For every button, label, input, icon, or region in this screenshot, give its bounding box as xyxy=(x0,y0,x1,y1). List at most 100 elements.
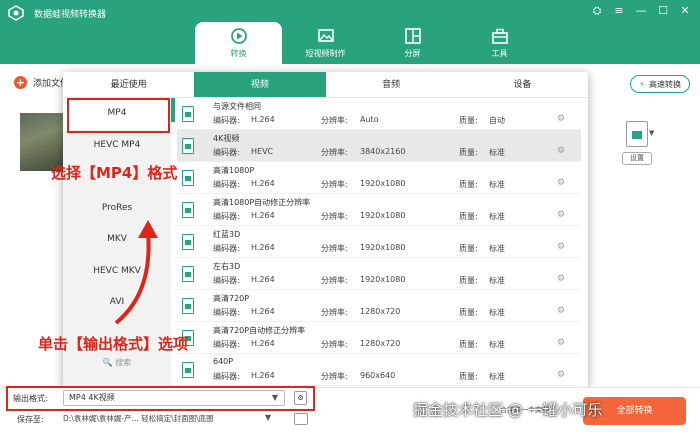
chevron-down-icon[interactable]: ▼ xyxy=(265,413,271,422)
tab-split-screen-label: 分屏 xyxy=(404,49,421,58)
close-icon[interactable]: ✕ xyxy=(678,4,692,18)
quality-value: 标准 xyxy=(489,148,505,157)
lightning-icon: ⚡ xyxy=(639,79,645,89)
preset-row[interactable]: 高清1080P自动修正分辨率 编码器: H.264 分辨率: 1920x1080 质量: 标… xyxy=(177,194,581,226)
resolution-value: 1280x720 xyxy=(360,339,401,348)
quality-value: 标准 xyxy=(489,244,505,253)
quality-label: 质量: xyxy=(459,116,478,125)
resolution-label: 分辨率: xyxy=(321,116,348,125)
preset-name: 4K视频 xyxy=(213,134,240,143)
title-bar: 数据蛙视频转换器 ⛭ ≡ — ☐ ✕ 转换 短视频制作 分屏 工具 xyxy=(0,0,700,64)
highlight-mp4-box xyxy=(67,98,170,133)
quality-value: 标准 xyxy=(489,308,505,317)
encoder-label: 编码器: xyxy=(213,116,240,125)
high-speed-button[interactable]: ⚡ 高速转换 xyxy=(630,75,690,93)
resolution-value: 1920x1080 xyxy=(360,275,406,284)
quality-label: 质量: xyxy=(459,340,478,349)
folder-icon[interactable] xyxy=(294,413,308,425)
preset-row[interactable]: 与源文件相同 编码器: H.264 分辨率: Auto 质量: 自动 ⚙ xyxy=(177,98,581,130)
settings-button[interactable]: 设置 xyxy=(622,152,652,165)
annotation-click-output: 单击【输出格式】选项 xyxy=(38,335,189,353)
app-title: 数据蛙视频转换器 xyxy=(34,10,107,20)
format-list-scrollbar[interactable] xyxy=(171,98,175,122)
preset-row[interactable]: 高清720P 编码器: H.264 分辨率: 1280x720 质量: 标准 ⚙ xyxy=(177,290,581,322)
preset-row[interactable]: 4K视频 编码器: HEVC 分辨率: 3840x2160 质量: 标准 ⚙ xyxy=(177,130,581,162)
preset-name: 左右3D xyxy=(213,262,241,271)
encoder-label: 编码器: xyxy=(213,212,240,221)
encoder-value: H.264 xyxy=(251,211,275,220)
resolution-label: 分辨率: xyxy=(321,276,348,285)
convert-icon xyxy=(230,28,247,44)
highlight-output-box xyxy=(6,386,315,411)
plus-icon: + xyxy=(14,76,27,89)
preset-row[interactable]: 红蓝3D 编码器: H.264 分辨率: 1920x1080 质量: 标准 ⚙ xyxy=(177,226,581,258)
tab-split-screen[interactable]: 分屏 xyxy=(369,22,456,64)
format-item-hevc-mp4[interactable]: HEVC MP4 xyxy=(63,130,171,162)
encoder-label: 编码器: xyxy=(213,308,240,317)
minimize-icon[interactable]: — xyxy=(634,4,648,18)
gear-icon[interactable]: ⚙ xyxy=(557,370,565,380)
gear-icon[interactable]: ⚙ xyxy=(557,306,565,316)
preset-row[interactable]: 左右3D 编码器: H.264 分辨率: 1920x1080 质量: 标准 ⚙ xyxy=(177,258,581,290)
tab-recent[interactable]: 最近使用 xyxy=(63,72,194,97)
annotation-arrow-icon xyxy=(114,220,158,325)
encoder-value: H.264 xyxy=(251,307,275,316)
resolution-value: 1280x720 xyxy=(360,307,401,316)
tab-device[interactable]: 设备 xyxy=(457,72,588,97)
preset-row[interactable]: 高清1080P 编码器: H.264 分辨率: 1920x1080 质量: 标准 ⚙ xyxy=(177,162,581,194)
quality-value: 标准 xyxy=(489,340,505,349)
add-file-button[interactable]: + 添加文件 xyxy=(14,76,69,89)
quality-label: 质量: xyxy=(459,276,478,285)
format-search[interactable]: 🔍 搜索 xyxy=(63,352,171,374)
maximize-icon[interactable]: ☐ xyxy=(656,4,670,18)
tab-video[interactable]: 视频 xyxy=(194,72,326,97)
resolution-value: 1920x1080 xyxy=(360,179,406,188)
encoder-label: 编码器: xyxy=(213,148,240,157)
preset-name: 高清720P xyxy=(213,294,250,303)
tab-convert[interactable]: 转换 xyxy=(195,22,282,64)
chevron-down-icon[interactable]: ▼ xyxy=(649,129,654,137)
gear-icon[interactable]: ⚙ xyxy=(557,242,565,252)
preset-row[interactable]: 高清720P自动修正分辨率 编码器: H.264 分辨率: 1280x720 质量: 标准 ⚙ xyxy=(177,322,581,354)
preset-name: 640P xyxy=(213,357,234,366)
tab-tools-label: 工具 xyxy=(491,49,508,58)
high-speed-label: 高速转换 xyxy=(649,79,681,89)
encoder-value: H.264 xyxy=(251,243,275,252)
resolution-value: 1920x1080 xyxy=(360,211,406,220)
resolution-label: 分辨率: xyxy=(321,372,348,381)
tab-short-video[interactable]: 短视频制作 xyxy=(282,22,369,64)
gear-icon[interactable]: ⚙ xyxy=(557,338,565,348)
image-icon xyxy=(317,29,334,42)
gear-icon[interactable]: ⚙ xyxy=(557,274,565,284)
gear-icon[interactable]: ⚙ xyxy=(557,210,565,220)
video-file-icon xyxy=(182,202,194,218)
tab-short-video-label: 短视频制作 xyxy=(305,49,346,58)
gear-icon[interactable]: ⚙ xyxy=(557,146,565,156)
preset-list: 与源文件相同 编码器: H.264 分辨率: Auto 质量: 自动 ⚙ 4K视频 编码器: HEV… xyxy=(177,98,581,387)
feedback-icon[interactable]: ⛭ xyxy=(590,4,604,18)
resolution-value: 1920x1080 xyxy=(360,243,406,252)
preset-row[interactable]: 640P 编码器: H.264 分辨率: 960x640 质量: 标准 ⚙ xyxy=(177,354,581,386)
resolution-value: 3840x2160 xyxy=(360,147,406,156)
gear-icon[interactable]: ⚙ xyxy=(557,178,565,188)
tab-audio[interactable]: 音频 xyxy=(326,72,457,97)
quality-label: 质量: xyxy=(459,148,478,157)
save-path-field[interactable]: D:\袁林娓\袁林娓-产... 轻松搞定\封面图\底图 xyxy=(63,412,263,426)
resolution-label: 分辨率: xyxy=(321,340,348,349)
menu-icon[interactable]: ≡ xyxy=(612,4,626,18)
encoder-label: 编码器: xyxy=(213,340,240,349)
target-format-icon[interactable] xyxy=(626,121,648,147)
quality-label: 质量: xyxy=(459,244,478,253)
popup-tabs: 最近使用 视频 音频 设备 xyxy=(63,72,588,98)
split-screen-icon xyxy=(404,28,421,44)
resolution-label: 分辨率: xyxy=(321,212,348,221)
encoder-value: H.264 xyxy=(251,339,275,348)
encoder-label: 编码器: xyxy=(213,180,240,189)
video-file-icon xyxy=(182,298,194,314)
video-file-icon xyxy=(182,170,194,186)
video-file-icon xyxy=(182,266,194,282)
encoder-value: H.264 xyxy=(251,371,275,380)
gear-icon[interactable]: ⚙ xyxy=(557,114,565,124)
quality-value: 标准 xyxy=(489,276,505,285)
tab-tools[interactable]: 工具 xyxy=(456,22,543,64)
